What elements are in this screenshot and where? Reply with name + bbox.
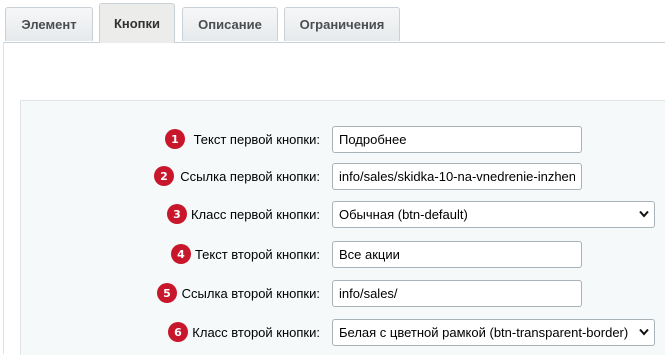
chevron-down-icon [639, 328, 649, 336]
tab-restrictions[interactable]: Ограничения [284, 7, 400, 41]
step-badge: 4 [171, 244, 191, 264]
tab-description[interactable]: Описание [182, 7, 278, 41]
first-button-link-input[interactable] [332, 163, 582, 190]
chevron-down-icon [639, 210, 649, 218]
first-button-text-input[interactable] [332, 126, 582, 153]
step-badge: 2 [154, 166, 174, 186]
field-label: Текст первой кнопки: [193, 132, 320, 147]
field-label: Класс второй кнопки: [192, 325, 320, 340]
tab-buttons[interactable]: Кнопки [99, 3, 175, 43]
step-badge: 1 [165, 129, 185, 149]
form-row-first-button-text: 1 Текст первой кнопки: [21, 125, 665, 155]
tab-content-panel: 1 Текст первой кнопки: 2 Ссылка первой к… [3, 42, 665, 355]
step-badge: 5 [157, 283, 177, 303]
field-label: Текст второй кнопки: [194, 247, 320, 262]
tab-element[interactable]: Элемент [5, 7, 93, 41]
second-button-class-select[interactable]: Белая с цветной рамкой (btn-transparent-… [332, 319, 655, 346]
second-button-text-input[interactable] [332, 241, 582, 268]
form-row-second-button-text: 4 Текст второй кнопки: [21, 240, 665, 270]
step-badge: 6 [168, 322, 188, 342]
form-row-first-button-class: 3 Класс первой кнопки: Обычная (btn-defa… [21, 201, 665, 231]
select-value: Белая с цветной рамкой (btn-transparent-… [339, 325, 629, 340]
form-row-first-button-link: 2 Ссылка первой кнопки: [21, 162, 665, 192]
select-value: Обычная (btn-default) [339, 207, 468, 222]
field-label: Класс первой кнопки: [190, 207, 320, 222]
buttons-form: 1 Текст первой кнопки: 2 Ссылка первой к… [20, 100, 665, 355]
tab-bar: Элемент Кнопки Описание Ограничения [0, 0, 665, 43]
step-badge: 3 [167, 204, 187, 224]
field-label: Ссылка второй кнопки: [181, 286, 320, 301]
form-row-second-button-class: 6 Класс второй кнопки: Белая с цветной р… [21, 318, 665, 348]
second-button-link-input[interactable] [332, 280, 582, 307]
field-label: Ссылка первой кнопки: [180, 169, 320, 184]
form-row-second-button-link: 5 Ссылка второй кнопки: [21, 279, 665, 309]
first-button-class-select[interactable]: Обычная (btn-default) [332, 201, 655, 228]
